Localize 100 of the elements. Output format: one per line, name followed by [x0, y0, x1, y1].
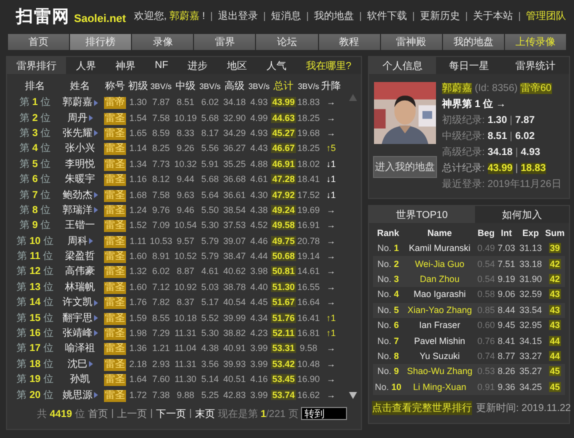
tab[interactable]: 神界 — [106, 57, 146, 74]
table-cell: 31.13 — [516, 241, 545, 256]
rank-cell-text: 第 11 位 — [16, 250, 54, 264]
nav-button[interactable]: 论坛 — [256, 34, 318, 50]
player-name[interactable]: 张靖峰 — [62, 328, 98, 340]
enter-button[interactable]: 进入我的地盘 — [373, 156, 437, 178]
tab[interactable]: 人界 — [66, 57, 106, 74]
player-name[interactable]: 喻泽祖 — [65, 343, 95, 354]
tab[interactable]: 个人信息 — [369, 57, 436, 74]
table-cell: 0.74 — [476, 348, 496, 364]
nav-button[interactable]: 雷界 — [194, 34, 256, 50]
nav-button[interactable]: 雷神殿 — [380, 34, 442, 50]
player-name[interactable]: 朱暖宇 — [65, 174, 95, 186]
table-cell-text: 1.59 — [128, 312, 148, 325]
scroll-down-icon[interactable] — [349, 392, 357, 399]
table-cell: 7.51 — [496, 256, 516, 272]
table-cell-text: 34.15 — [518, 334, 543, 348]
tab[interactable]: 如何加入 — [474, 206, 569, 223]
header-link[interactable]: 关于本站 — [473, 9, 513, 23]
tab[interactable]: 进步 — [178, 57, 218, 74]
table-cell-text: 6.02 — [151, 265, 171, 278]
tab[interactable]: 雷界排行 — [7, 57, 66, 74]
player-name[interactable]: Wei-Jia Guo — [403, 256, 476, 272]
first-page-link[interactable]: 首页 — [88, 406, 108, 421]
goto-field[interactable]: 转到 — [301, 407, 348, 420]
tab[interactable]: 雷界统计 — [502, 57, 570, 74]
change-cell-text: → — [326, 265, 336, 278]
player-name[interactable]: 郭蔚嘉 — [62, 97, 98, 108]
user-link[interactable]: 郭蔚嘉 — [169, 9, 200, 23]
table-cell-text: 8.17 — [200, 126, 220, 140]
table-cell: 4.43 — [247, 141, 271, 157]
tab[interactable]: 地区 — [217, 57, 257, 74]
logo-subtitle[interactable]: Saolei.net — [74, 12, 126, 24]
player-name[interactable]: Mao Igarashi — [403, 287, 476, 303]
player-name[interactable]: Yu Suzuki — [403, 348, 476, 364]
column-header: Beg — [476, 226, 496, 240]
next-page-link[interactable]: 下一页 — [156, 406, 186, 421]
header-link[interactable]: 更新历史 — [420, 9, 460, 23]
tab[interactable]: 每日一星 — [436, 57, 502, 74]
table-cell-text: 38.54 — [222, 204, 247, 217]
full-ranking-link[interactable]: 点击查看完整世界排行 — [372, 400, 472, 415]
nav-button[interactable]: 教程 — [318, 34, 380, 50]
profile-name[interactable]: 郭蔚嘉 — [442, 83, 472, 94]
world-position: 神界第 1 位 → — [442, 98, 507, 112]
column-header: 高级 — [224, 80, 246, 94]
tab[interactable]: 世界TOP10 — [369, 206, 475, 223]
rank-cell: No. 1 — [373, 241, 404, 256]
table-cell: 33.27 — [516, 348, 545, 364]
player-name[interactable]: Dan Zhou — [403, 272, 476, 288]
change-cell-text: → — [326, 296, 336, 310]
table-cell: 3.99 — [247, 341, 271, 357]
player-name[interactable]: 许文凯 — [62, 297, 98, 308]
nav-button[interactable]: 录像 — [132, 34, 194, 50]
nav-button[interactable]: 首页 — [8, 34, 70, 50]
last-page-link[interactable]: 末页 — [194, 406, 215, 421]
title-badge: 雷圣 — [104, 374, 126, 386]
logo[interactable]: 扫雷网 — [16, 6, 70, 26]
player-name[interactable]: Shao-Wu Zhang — [403, 364, 476, 380]
header-link[interactable]: 我的地盘 — [314, 9, 354, 23]
player-name[interactable]: 沈巳 — [68, 358, 92, 370]
player-name[interactable]: 高伟豪 — [65, 266, 95, 278]
player-name[interactable]: 张先耀 — [62, 128, 98, 139]
player-name[interactable]: Li Ming-Xuan — [403, 380, 476, 395]
nav-button[interactable]: 我的地盘 — [442, 34, 504, 50]
tab[interactable]: 我在哪里? — [296, 57, 362, 74]
player-name[interactable]: 张小兴 — [65, 143, 95, 154]
player-name[interactable]: 周科 — [68, 236, 92, 247]
nav-button[interactable]: 上传录像 — [504, 34, 566, 50]
player-name[interactable]: Pavel Mishin — [403, 333, 476, 349]
player-name[interactable]: 梁盈哲 — [65, 251, 95, 262]
player-name[interactable]: 李明悦 — [65, 158, 95, 170]
table-cell-text: 40.62 — [222, 265, 247, 278]
table-cell-text: 8.51 — [176, 96, 196, 110]
table-cell-text: 14.61 — [296, 265, 321, 278]
table-cell-text: 36.27 — [222, 142, 247, 156]
table-cell-text: 36.61 — [222, 188, 247, 202]
player-name[interactable]: Kamil Muranski — [403, 241, 476, 256]
player-name[interactable]: 姚思源 — [62, 390, 98, 401]
tab[interactable]: NF — [145, 57, 178, 74]
last-login: 最近登录: 2019年11月26日 — [442, 178, 562, 192]
header-link[interactable]: 退出登录 — [218, 9, 258, 23]
tab[interactable]: 人气 — [256, 57, 296, 74]
header-link[interactable]: 短消息 — [271, 9, 301, 23]
player-name[interactable]: Xian-Yao Zhang — [403, 302, 476, 318]
header-link[interactable]: 软件下载 — [367, 9, 407, 23]
previous-page-link[interactable]: 上一页 — [116, 406, 147, 421]
triangle-icon — [94, 392, 98, 398]
player-name[interactable]: 鲍劲杰 — [62, 190, 98, 201]
player-name[interactable]: 郭瑞洋 — [62, 204, 98, 216]
table-cell-text: 18.83 — [296, 96, 321, 110]
sum-value: 43 — [548, 320, 561, 330]
player-name[interactable]: 周丹 — [68, 112, 92, 124]
rank-cell: No. 5 — [373, 302, 404, 318]
player-name[interactable]: 王锴一 — [65, 220, 95, 232]
player-name[interactable]: Ian Fraser — [403, 318, 476, 334]
player-name[interactable]: 孙凯 — [70, 374, 90, 386]
player-name[interactable]: 林瑞帆 — [65, 282, 95, 293]
header-link[interactable]: 管理团队 — [526, 9, 566, 23]
table-cell-text: 38.78 — [222, 280, 247, 294]
player-name[interactable]: 翻宇思 — [62, 312, 98, 324]
